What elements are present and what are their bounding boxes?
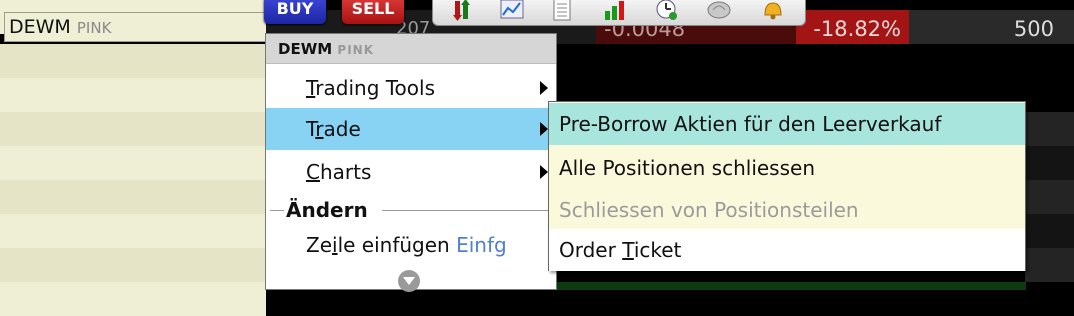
submenu-arrow-icon bbox=[540, 81, 548, 95]
submenu-item-close-all-positions[interactable]: Alle Positionen schliessen bbox=[549, 147, 1025, 189]
submenu-item-pre-borrow[interactable]: Pre-Borrow Aktien für den Leerverkauf bbox=[549, 103, 1025, 145]
grid-row bbox=[0, 214, 266, 248]
menu-header-symbol: DEWM bbox=[278, 40, 333, 58]
bar-chart-icon[interactable] bbox=[599, 0, 631, 23]
menu-item-label: ade bbox=[323, 117, 361, 141]
scroll-down-icon[interactable] bbox=[398, 270, 420, 292]
menu-item-label: T bbox=[306, 117, 316, 141]
menu-item-label: le einfügen bbox=[337, 233, 450, 257]
clock-icon[interactable] bbox=[651, 0, 683, 23]
menu-item-trade[interactable]: Trade bbox=[266, 108, 556, 150]
grid-row bbox=[0, 146, 266, 180]
menu-item-mnemonic: C bbox=[306, 160, 320, 184]
menu-item-insert-row[interactable]: Zeile einfügen Einfg bbox=[266, 224, 556, 266]
green-bar bbox=[556, 282, 1026, 290]
menu-item-label: harts bbox=[319, 160, 372, 184]
chart-icon[interactable] bbox=[497, 0, 529, 23]
bell-icon[interactable] bbox=[755, 0, 787, 23]
symbol-exchange: PINK bbox=[76, 19, 112, 37]
buy-button[interactable]: BUY bbox=[264, 0, 326, 24]
submenu-arrow-icon bbox=[540, 122, 548, 136]
section-label: Ändern bbox=[286, 198, 368, 222]
grid-cell bbox=[1025, 112, 1074, 146]
menu-item-label: icket bbox=[633, 238, 682, 262]
menu-section-header: Ändern bbox=[266, 196, 556, 226]
sell-button[interactable]: SELL bbox=[342, 0, 404, 24]
grid-cell bbox=[1025, 248, 1074, 282]
menu-item-mnemonic: T bbox=[622, 238, 634, 262]
shortcut-label: Einfg bbox=[456, 233, 507, 257]
grid-row bbox=[0, 282, 266, 316]
grid-row bbox=[0, 180, 266, 214]
submenu-item-close-partial-positions: Schliessen von Positionsteilen bbox=[559, 198, 859, 222]
grid-cell bbox=[1025, 214, 1074, 248]
menu-item-charts[interactable]: Charts bbox=[266, 151, 556, 193]
grid-cell bbox=[1025, 146, 1074, 180]
grid-row bbox=[0, 78, 266, 112]
context-menu: DEWM PINK Trading Tools Trade Charts Änd… bbox=[265, 33, 557, 292]
menu-header: DEWM PINK bbox=[266, 34, 556, 64]
submenu-item-order-ticket[interactable]: Order Ticket bbox=[549, 229, 1025, 271]
menu-item-mnemonic: r bbox=[315, 117, 324, 141]
separator-line bbox=[270, 210, 284, 211]
grid-row bbox=[0, 44, 266, 78]
order-arrows-icon[interactable] bbox=[447, 0, 479, 23]
notepad-icon[interactable] bbox=[547, 0, 579, 23]
menu-item-label: rading Tools bbox=[315, 76, 436, 100]
menu-item-trading-tools[interactable]: Trading Tools bbox=[266, 67, 556, 109]
grid-row bbox=[0, 248, 266, 282]
symbol-column bbox=[0, 0, 266, 316]
menu-item-label: Order bbox=[559, 238, 623, 262]
grid-cell bbox=[1025, 180, 1074, 214]
menu-item-label: Ze bbox=[306, 233, 333, 257]
submenu-arrow-icon bbox=[540, 165, 548, 179]
symbol-ticker: DEWM bbox=[9, 16, 71, 38]
separator-line bbox=[382, 210, 552, 211]
volume-cell: 500 bbox=[909, 10, 1074, 44]
trade-submenu: Pre-Borrow Aktien für den Leerverkauf Al… bbox=[548, 101, 1026, 271]
snail-icon[interactable] bbox=[703, 0, 735, 23]
change-percent-cell: -18.82% bbox=[796, 10, 909, 44]
menu-item-mnemonic: T bbox=[306, 76, 316, 100]
symbol-cell[interactable]: DEWM PINK bbox=[4, 12, 268, 42]
grid-row bbox=[0, 112, 266, 146]
tool-icon-bar bbox=[432, 0, 806, 26]
menu-header-exchange: PINK bbox=[337, 43, 375, 57]
